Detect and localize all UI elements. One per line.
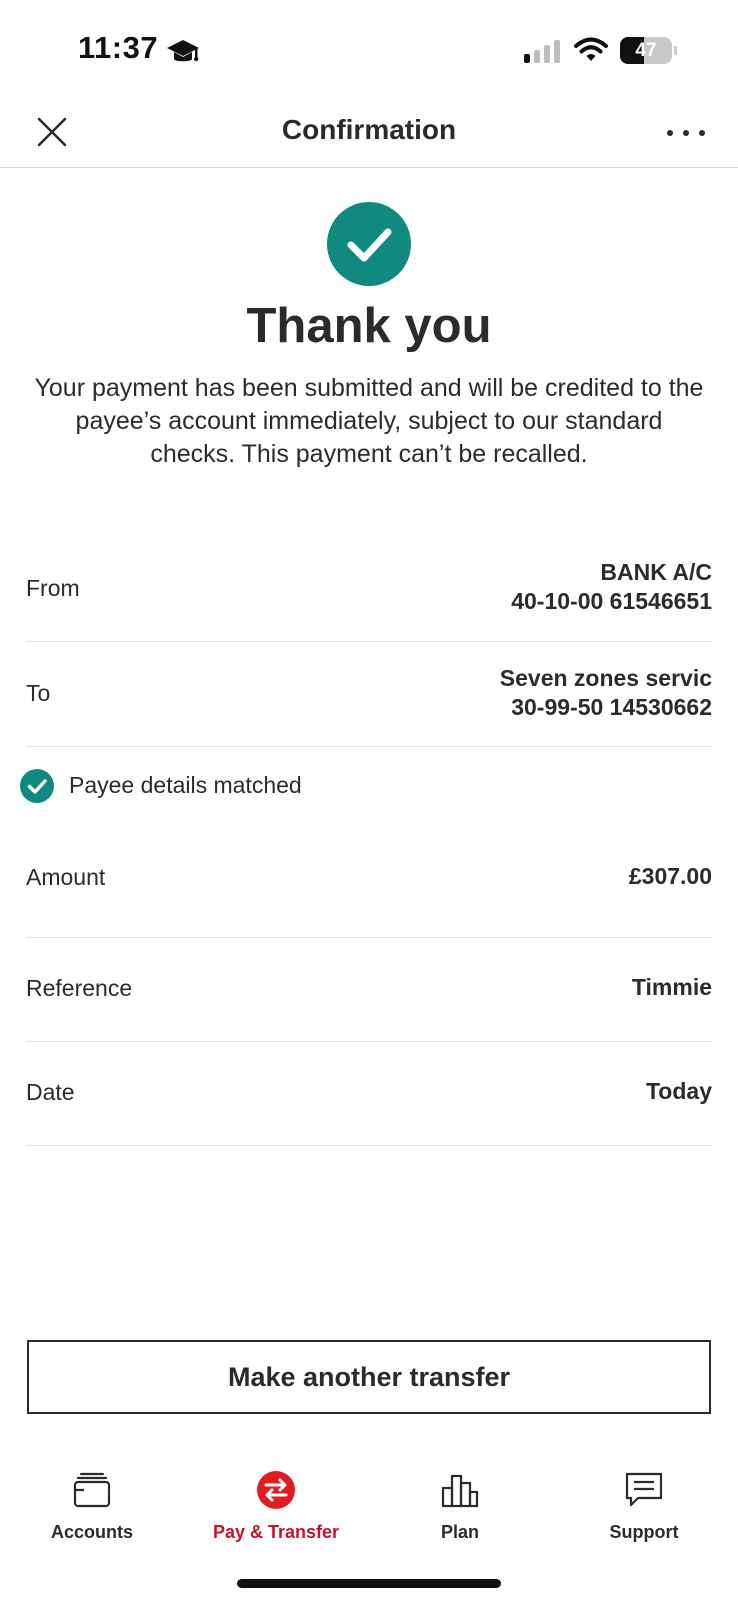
bottom-navigation: Accounts Pay & Transfer Plan Support — [0, 1460, 738, 1560]
page-title: Confirmation — [281, 114, 457, 145]
confirmation-message: Your payment has been submitted and will… — [34, 374, 704, 468]
payee-name: Seven zones servic — [499, 665, 712, 691]
reference-label: Reference — [26, 975, 133, 1001]
amount-row: Amount £307.00 — [26, 832, 712, 938]
nav-item-plan[interactable]: Plan — [368, 1460, 552, 1550]
more-options-icon[interactable] — [664, 118, 708, 148]
from-label: From — [26, 575, 80, 601]
check-circle-icon — [20, 769, 54, 803]
battery-tip — [674, 46, 677, 55]
battery-body: 47 — [620, 37, 672, 64]
to-label: To — [26, 680, 51, 706]
payee-matched-row: Payee details matched — [20, 747, 712, 832]
nav-item-support[interactable]: Support — [552, 1460, 736, 1550]
payee-matched-label: Payee details matched — [69, 772, 302, 798]
thank-you-heading: Thank you — [246, 299, 492, 353]
nav-item-pay-transfer[interactable]: Pay & Transfer — [184, 1460, 368, 1550]
status-bar: 11:37 47 — [0, 0, 738, 100]
reference-value: Timmie — [631, 974, 712, 1000]
nav-label-pay-transfer: Pay & Transfer — [212, 1522, 340, 1542]
battery-level: 47 — [635, 40, 657, 61]
nav-label-accounts: Accounts — [50, 1522, 133, 1542]
transfer-icon — [257, 1471, 295, 1509]
wallet-icon — [73, 1472, 111, 1508]
battery-indicator: 47 — [620, 37, 677, 64]
from-account-name: BANK A/C — [600, 559, 712, 585]
cellular-signal-icon — [524, 40, 560, 63]
from-account-number: 40-10-00 61546651 — [511, 588, 712, 614]
header: Confirmation — [0, 100, 738, 168]
payee-account-number: 30-99-50 14530662 — [511, 694, 712, 720]
make-another-transfer-button[interactable]: Make another transfer — [27, 1340, 711, 1414]
graduation-cap-icon — [167, 40, 199, 62]
date-value: Today — [645, 1078, 712, 1104]
check-circle-icon — [327, 202, 411, 286]
amount-value: £307.00 — [628, 863, 712, 889]
home-indicator[interactable] — [237, 1579, 501, 1588]
nav-item-accounts[interactable]: Accounts — [0, 1460, 184, 1550]
nav-label-support: Support — [609, 1522, 679, 1542]
from-value: BANK A/C 40-10-00 61546651 — [511, 558, 712, 616]
status-time: 11:37 — [78, 30, 159, 65]
amount-label: Amount — [26, 864, 106, 890]
nav-label-plan: Plan — [440, 1522, 479, 1542]
to-value: Seven zones servic 30-99-50 14530662 — [500, 664, 712, 722]
to-row: To Seven zones servic 30-99-50 14530662 — [26, 642, 712, 747]
bar-chart-icon — [441, 1474, 479, 1508]
chat-icon — [625, 1472, 663, 1507]
date-label: Date — [26, 1079, 75, 1105]
payment-details: From BANK A/C 40-10-00 61546651 To Seven… — [20, 540, 712, 1146]
date-row: Date Today — [26, 1042, 712, 1146]
reference-row: Reference Timmie — [26, 938, 712, 1042]
from-row: From BANK A/C 40-10-00 61546651 — [26, 540, 712, 642]
wifi-icon — [574, 37, 608, 61]
